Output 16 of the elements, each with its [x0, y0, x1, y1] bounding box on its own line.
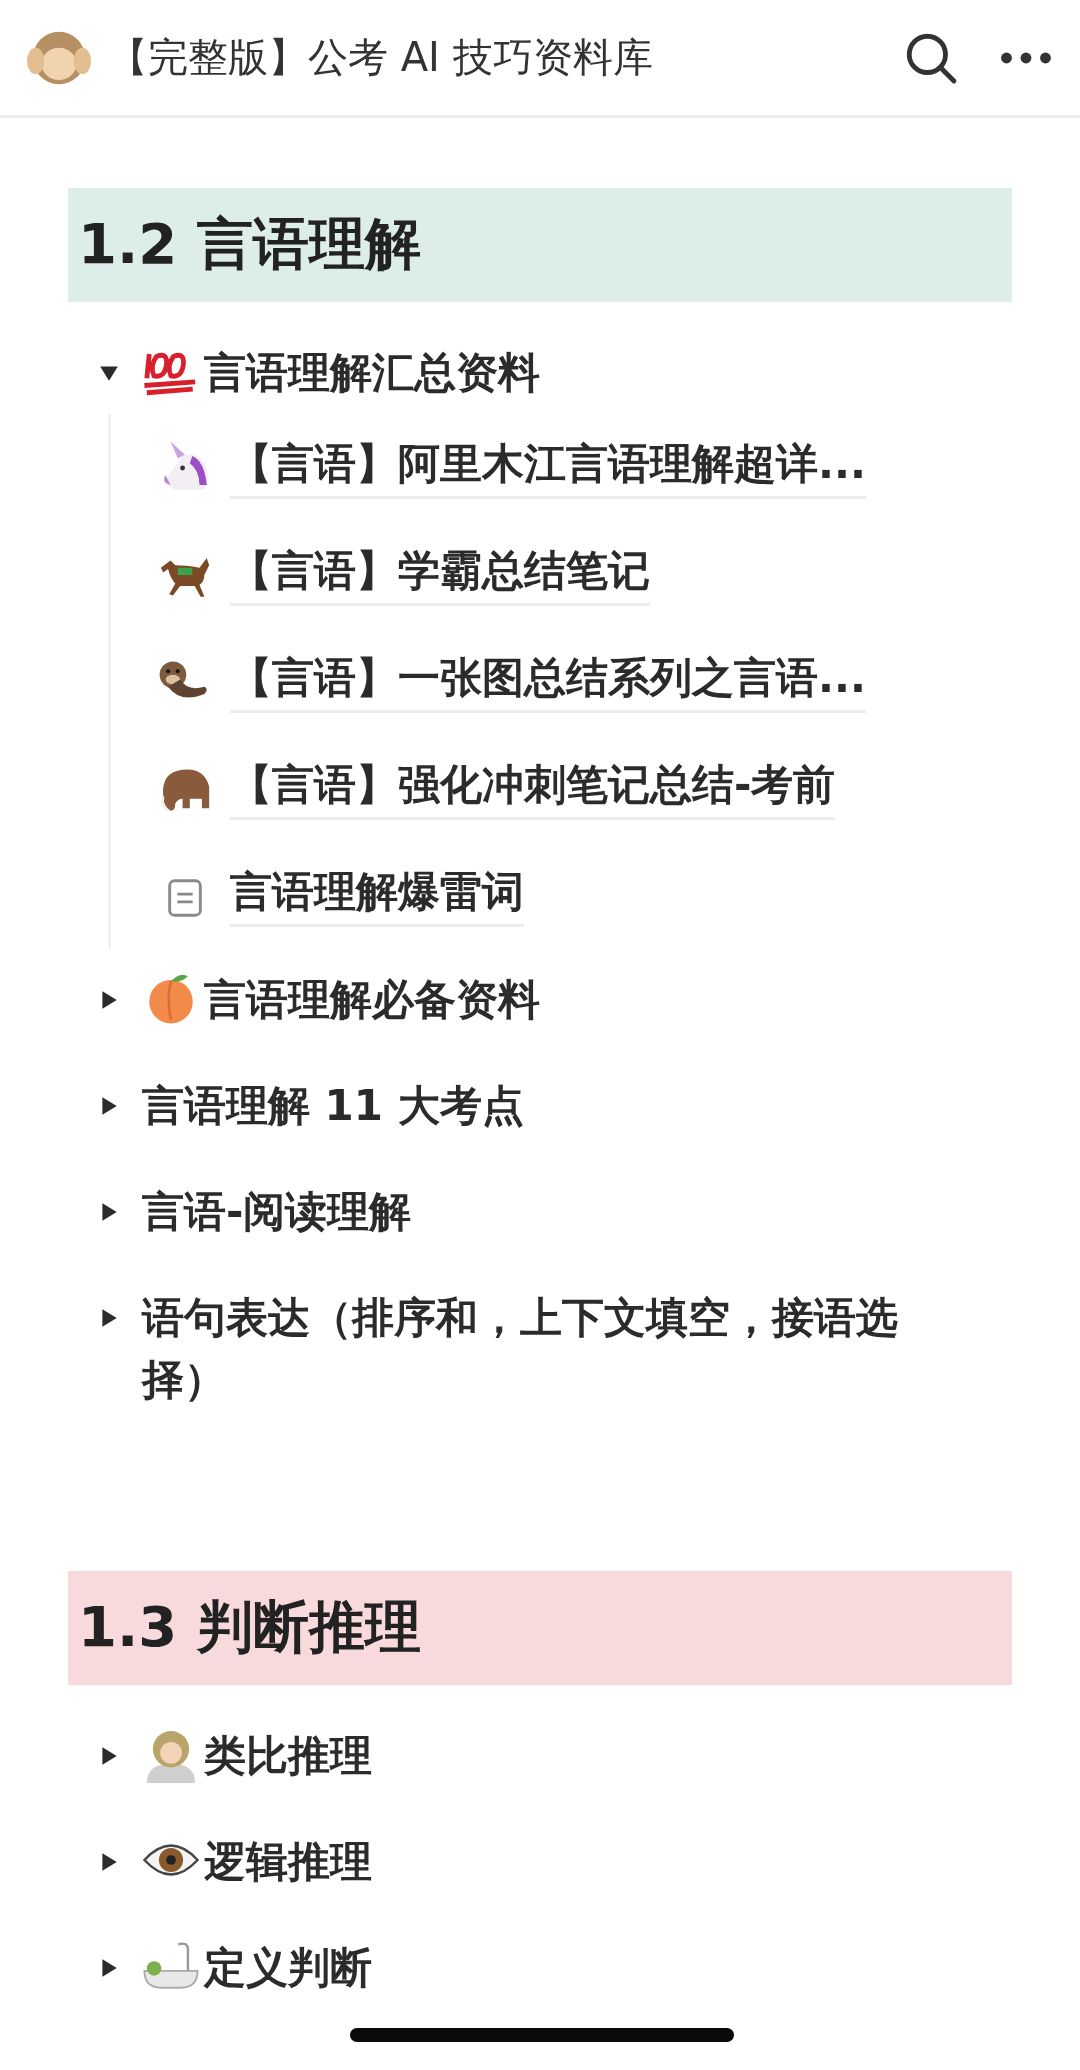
toggle-label[interactable]: 言语-阅读理解: [142, 1181, 412, 1243]
page-link[interactable]: 【言语】阿里木江言语理解超详...: [230, 436, 866, 499]
section-heading: 1.2 言语理解: [68, 188, 1012, 302]
page-link[interactable]: 【言语】一张图总结系列之言语...: [230, 650, 866, 713]
section-heading: 1.3 判断推理: [68, 1571, 1012, 1685]
page-link[interactable]: 【言语】学霸总结笔记: [230, 543, 650, 606]
toggle-label[interactable]: 定义判断: [204, 1937, 372, 1999]
toggle-label[interactable]: 语句表达（排序和，上下文填空，接语选择）: [142, 1287, 962, 1411]
toggle-label[interactable]: 言语理解必备资料: [204, 969, 540, 1031]
toggle-label[interactable]: 逻辑推理: [204, 1831, 372, 1893]
toggle-label[interactable]: 言语理解汇总资料: [204, 342, 540, 404]
page-link[interactable]: 言语理解爆雷词: [230, 864, 524, 927]
toggle-label[interactable]: 类比推理: [204, 1725, 372, 1787]
page-link[interactable]: 【言语】强化冲刺笔记总结-考前: [230, 757, 836, 820]
toggle-label[interactable]: 言语理解 11 大考点: [142, 1075, 524, 1137]
page-title: 【完整版】公考 AI 技巧资料库: [108, 33, 653, 82]
